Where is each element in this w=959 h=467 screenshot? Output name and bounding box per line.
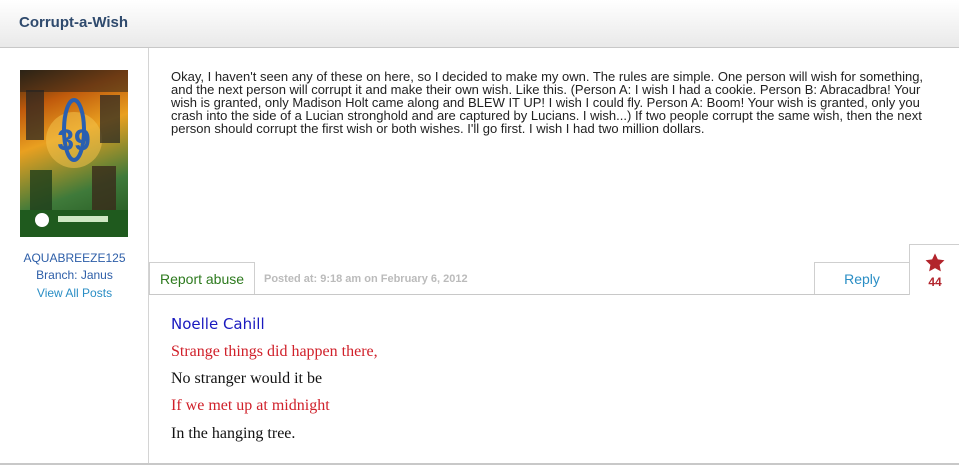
signature-line: Strange things did happen there, — [171, 343, 378, 360]
star-rating-button[interactable]: 44 — [909, 244, 959, 295]
view-all-posts-link[interactable]: View All Posts — [0, 286, 149, 300]
star-count: 44 — [928, 275, 942, 289]
avatar-image: 39 — [20, 70, 128, 237]
signature-name: Noelle Cahill — [171, 315, 265, 333]
page-title: Corrupt-a-Wish — [19, 14, 129, 31]
post-body: Okay, I haven't seen any of these on her… — [171, 69, 924, 136]
author-username[interactable]: AQUABREEZE125 — [0, 251, 149, 265]
author-panel: 39 AQUABREEZE125 Branch: Janus View All … — [0, 48, 149, 464]
signature-line: In the hanging tree. — [171, 425, 296, 442]
post-action-bar: Report abuse Posted at: 9:18 am on Febru… — [149, 262, 959, 295]
signature-line: No stranger would it be — [171, 370, 323, 387]
posted-at-timestamp: Posted at: 9:18 am on February 6, 2012 — [264, 273, 468, 285]
star-icon — [925, 253, 945, 272]
bottom-divider — [0, 463, 959, 465]
report-abuse-button[interactable]: Report abuse — [149, 262, 255, 294]
reply-button[interactable]: Reply — [814, 262, 910, 294]
signature-line: If we met up at midnight — [171, 397, 330, 414]
author-branch: Branch: Janus — [36, 268, 113, 282]
avatar[interactable]: 39 — [20, 70, 128, 237]
page-header: Corrupt-a-Wish — [0, 0, 959, 48]
